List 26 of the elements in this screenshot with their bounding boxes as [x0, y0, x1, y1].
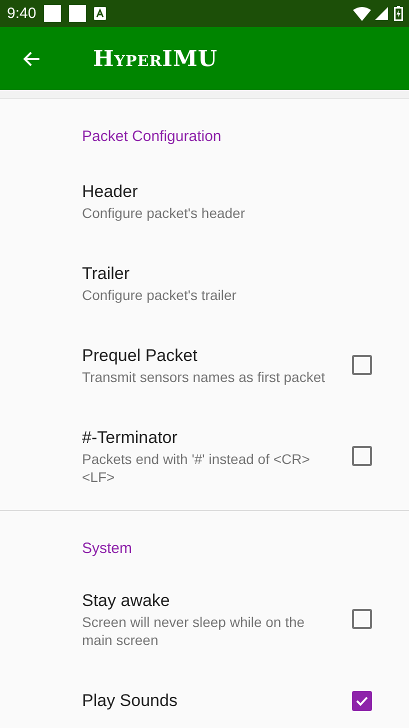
preference-title[interactable]: Trailer — [82, 262, 130, 286]
checkbox[interactable] — [352, 446, 372, 466]
preference-summary: Configure packet's header — [82, 204, 245, 222]
preference-title[interactable]: Prequel Packet — [82, 344, 198, 368]
notification-icon — [44, 5, 62, 22]
category-title: System — [81, 539, 134, 559]
app-title: HyperIMU — [93, 46, 218, 72]
check-icon — [355, 694, 369, 708]
preference-title[interactable]: #-Terminator — [82, 426, 178, 450]
preference-summary: Screen will never sleep while on the main screen — [82, 613, 306, 649]
checkbox[interactable] — [352, 691, 372, 711]
notification-icon — [69, 5, 86, 22]
signal-icon — [375, 7, 388, 20]
checkbox[interactable] — [352, 355, 372, 375]
preference-title[interactable]: Play Sounds — [82, 689, 178, 713]
preference-title[interactable]: Stay awake — [82, 589, 170, 613]
battery-icon — [394, 6, 403, 21]
wifi-icon — [353, 6, 371, 20]
checkbox[interactable] — [352, 609, 372, 629]
preference-summary: Packets end with '#' instead of <CR><LF> — [82, 450, 311, 486]
status-time: 9:40 — [7, 5, 36, 22]
notification-icon — [94, 7, 106, 20]
preference-summary: Transmit sensors names as first packet — [82, 368, 326, 386]
preference-title[interactable]: Header — [82, 180, 138, 204]
category-title: Packet Configuration — [81, 127, 222, 147]
preference-summary: Configure packet's trailer — [82, 286, 236, 304]
